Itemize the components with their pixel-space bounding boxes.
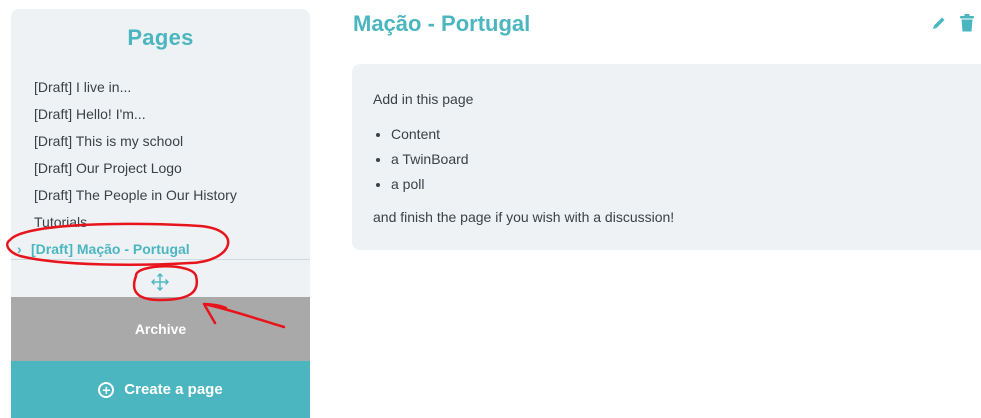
page-content: Add in this page Content a TwinBoard a p… (352, 64, 981, 250)
move-arrows-icon[interactable] (149, 271, 171, 293)
content-outro: and finish the page if you wish with a d… (373, 209, 675, 225)
sidebar-item-people-history[interactable]: [Draft] The People in Our History (34, 182, 237, 209)
list-item: a poll (391, 172, 469, 197)
sidebar-item-hello[interactable]: [Draft] Hello! I'm... (34, 101, 237, 128)
divider (11, 259, 310, 260)
create-page-label: Create a page (124, 381, 223, 398)
sidebar-item-project-logo[interactable]: [Draft] Our Project Logo (34, 155, 237, 182)
page-title: Mação - Portugal (353, 11, 531, 36)
sidebar-item-label: [Draft] Mação - Portugal (31, 241, 190, 257)
pages-sidebar: Pages [Draft] I live in... [Draft] Hello… (11, 9, 310, 418)
sidebar-title: Pages (127, 25, 194, 50)
content-intro: Add in this page (373, 91, 474, 107)
sidebar-item-i-live-in[interactable]: [Draft] I live in... (34, 74, 237, 101)
list-item: a TwinBoard (391, 147, 469, 172)
list-item: Content (391, 122, 469, 147)
page-list: [Draft] I live in... [Draft] Hello! I'm.… (17, 74, 237, 263)
sidebar-item-tutorials[interactable]: Tutorials (34, 209, 237, 236)
plus-circle-icon: + (98, 381, 115, 398)
trash-icon[interactable] (960, 14, 974, 32)
archive-button[interactable]: Archive (11, 297, 310, 361)
archive-label: Archive (134, 321, 187, 337)
pencil-icon[interactable] (931, 15, 947, 31)
content-list: Content a TwinBoard a poll (373, 122, 469, 197)
sidebar-item-my-school[interactable]: [Draft] This is my school (34, 128, 237, 155)
create-page-button[interactable]: + Create a page (11, 361, 310, 418)
